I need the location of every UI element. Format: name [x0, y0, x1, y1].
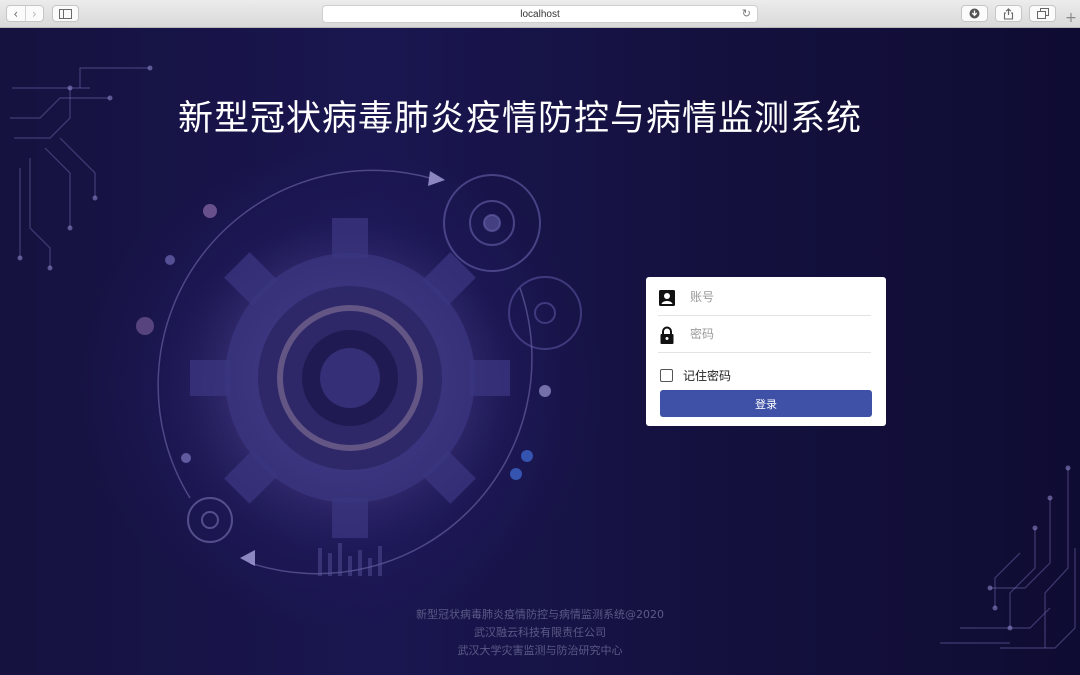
footer-copyright: 新型冠状病毒肺炎疫情防控与病情监测系统@2020 — [416, 608, 664, 621]
remember-password: 记住密码 — [660, 367, 731, 384]
nav-buttons: ‹ › — [6, 5, 44, 22]
footer-company: 武汉融云科技有限责任公司 — [474, 626, 606, 639]
address-bar[interactable]: localhost ↻ — [322, 5, 758, 23]
tabs-icon — [1036, 8, 1049, 19]
download-icon — [969, 8, 980, 19]
login-page: 新型冠状病毒肺炎疫情防控与病情监测系统 记住密码 登录 新型冠状病 — [0, 28, 1080, 675]
tabs-button[interactable] — [1029, 5, 1056, 22]
remember-checkbox[interactable] — [660, 369, 673, 382]
new-tab-button[interactable]: + — [1062, 7, 1080, 28]
sidebar-toggle-button[interactable] — [52, 5, 79, 22]
remember-label[interactable]: 记住密码 — [683, 367, 731, 384]
password-row — [658, 316, 871, 353]
footer: 新型冠状病毒肺炎疫情防控与病情监测系统@2020 武汉融云科技有限责任公司 武汉… — [0, 606, 1080, 660]
back-button[interactable]: ‹ — [7, 6, 25, 21]
page-title: 新型冠状病毒肺炎疫情防控与病情监测系统 — [0, 90, 1040, 141]
sidebar-icon — [59, 8, 72, 19]
browser-toolbar: ‹ › localhost ↻ + — [0, 0, 1080, 28]
url-text: localhost — [520, 8, 560, 20]
user-card-icon — [659, 290, 675, 306]
downloads-button[interactable] — [961, 5, 988, 22]
lock-icon — [660, 326, 674, 344]
reload-icon[interactable]: ↻ — [742, 7, 751, 20]
login-button[interactable]: 登录 — [660, 390, 872, 417]
footer-institute: 武汉大学灾害监测与防治研究中心 — [457, 644, 623, 657]
share-button[interactable] — [995, 5, 1022, 22]
password-input[interactable] — [690, 325, 860, 343]
username-input[interactable] — [690, 288, 860, 306]
page-title-text: 新型冠状病毒肺炎疫情防控与病情监测系统 — [177, 99, 862, 139]
login-form: 记住密码 登录 — [646, 277, 886, 426]
share-icon — [1003, 7, 1014, 20]
username-row — [658, 279, 871, 316]
forward-button[interactable]: › — [24, 6, 44, 21]
